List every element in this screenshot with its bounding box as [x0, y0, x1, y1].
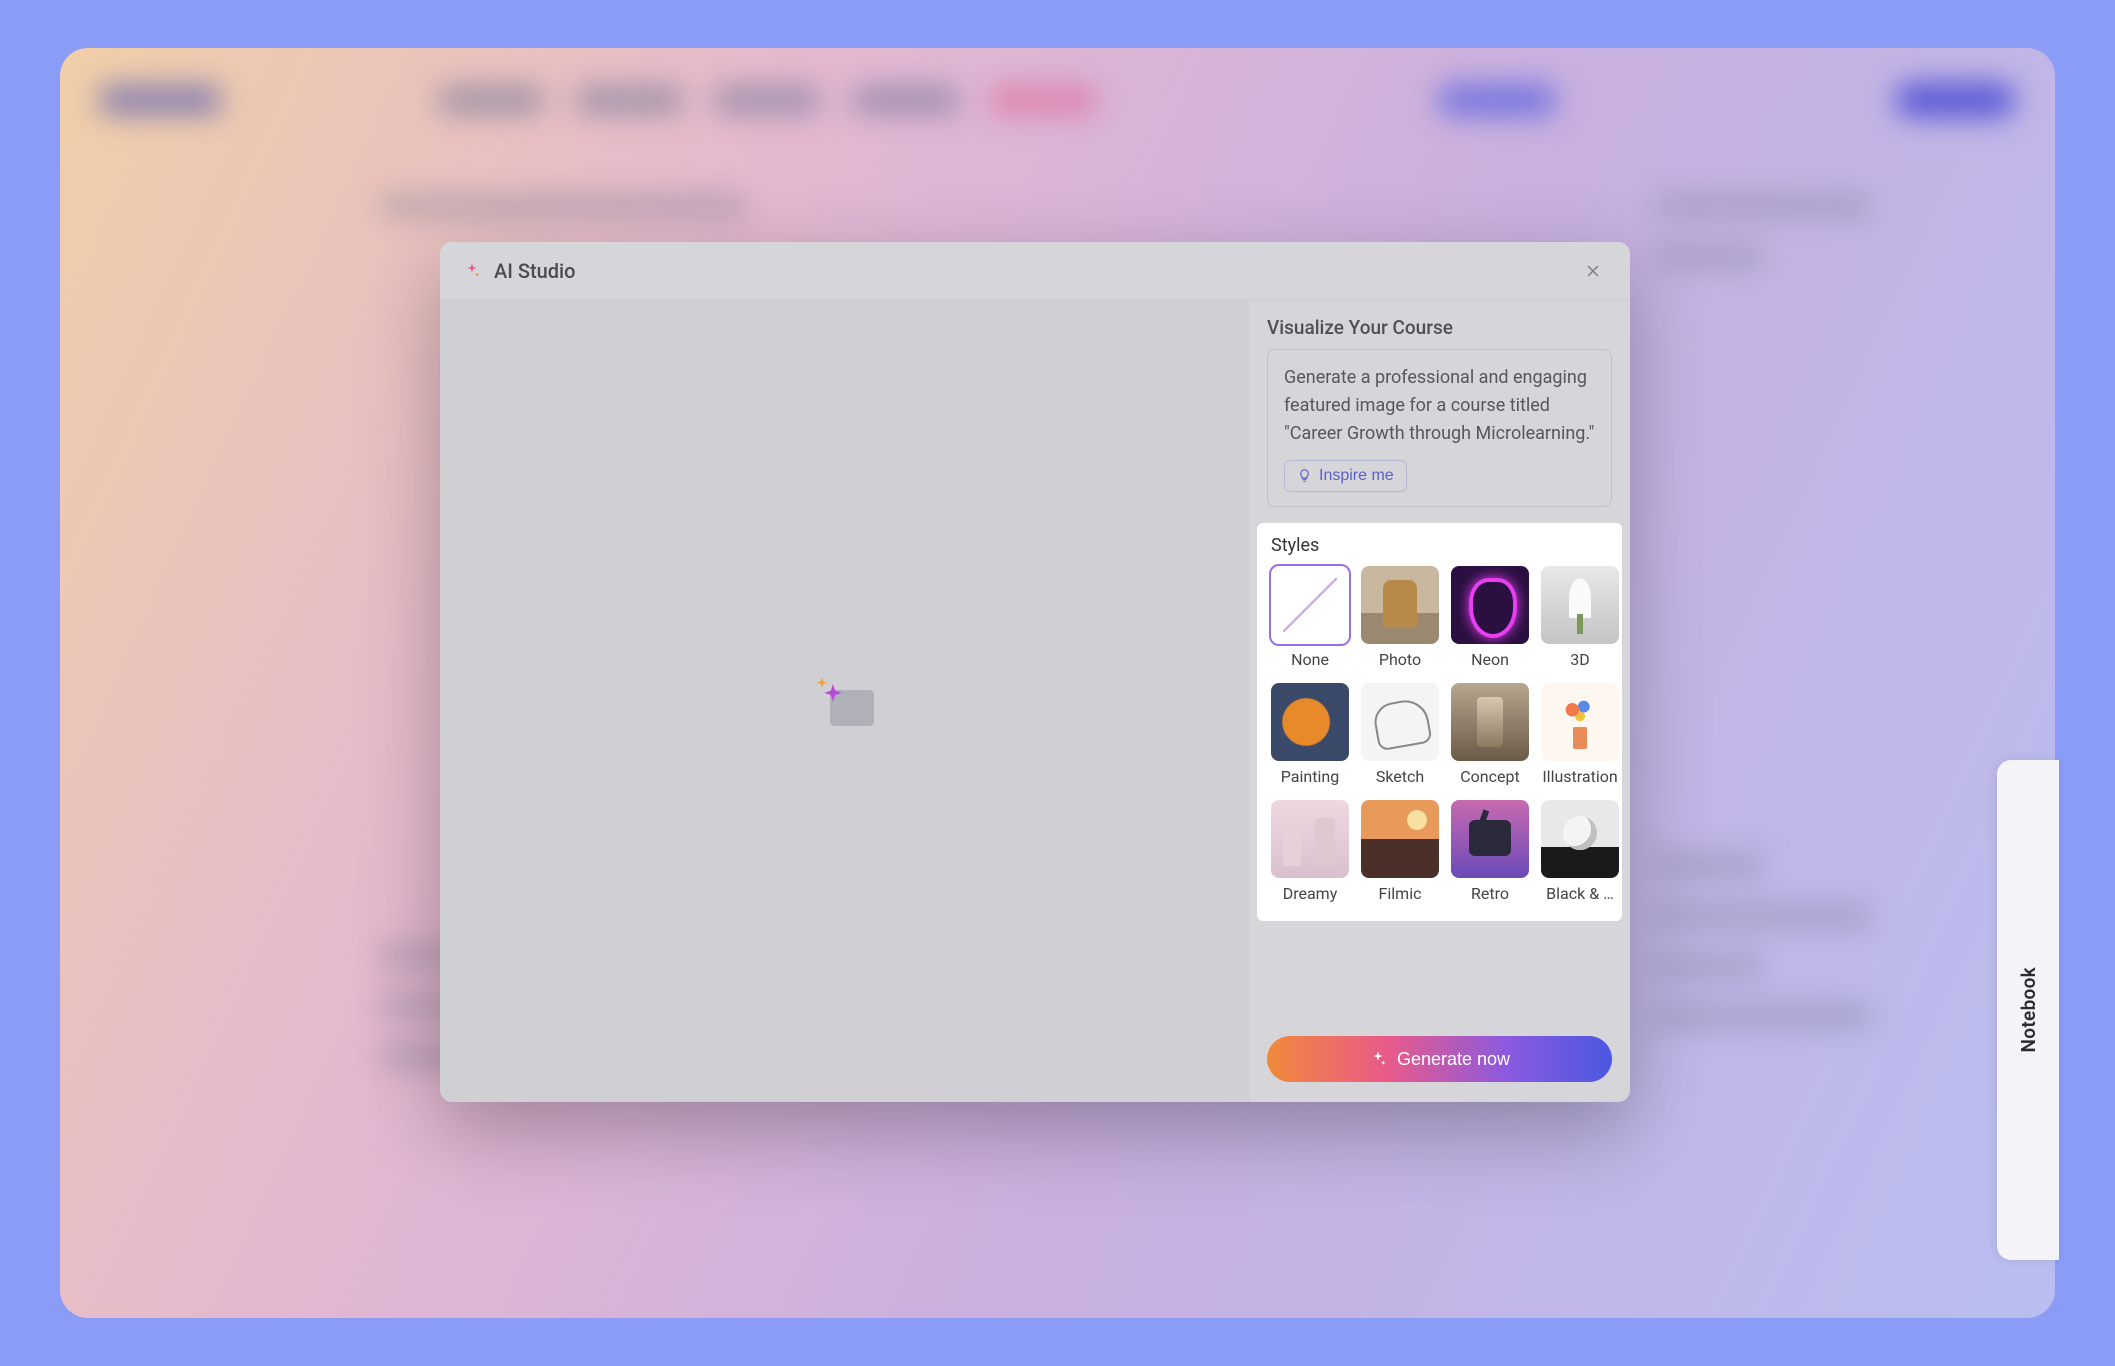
prompt-text: Generate a professional and engaging fea…	[1284, 364, 1595, 448]
style-label: Concept	[1460, 767, 1519, 786]
style-option-neon[interactable]: Neon	[1451, 566, 1529, 669]
side-panel: Visualize Your Course Generate a profess…	[1248, 300, 1630, 1102]
style-label: Sketch	[1376, 767, 1424, 786]
prompt-box[interactable]: Generate a professional and engaging fea…	[1267, 349, 1612, 507]
close-icon	[1584, 262, 1602, 280]
style-option-bw[interactable]: Black & …	[1541, 800, 1619, 903]
styles-grid: None Photo Neon 3D	[1271, 566, 1608, 903]
style-label: 3D	[1570, 650, 1590, 669]
style-label: Black & …	[1546, 884, 1614, 903]
style-thumb-retro	[1451, 800, 1529, 878]
generate-now-label: Generate now	[1397, 1049, 1510, 1070]
style-thumb-painting	[1271, 683, 1349, 761]
style-option-painting[interactable]: Painting	[1271, 683, 1349, 786]
sparkle-icon	[462, 261, 482, 281]
style-option-concept[interactable]: Concept	[1451, 683, 1529, 786]
styles-title: Styles	[1271, 535, 1608, 556]
app-frame: AI Studio Visualize Your Course Generate…	[60, 48, 2055, 1318]
style-option-dreamy[interactable]: Dreamy	[1271, 800, 1349, 903]
style-option-photo[interactable]: Photo	[1361, 566, 1439, 669]
style-thumb-3d	[1541, 566, 1619, 644]
style-thumb-illustration	[1541, 683, 1619, 761]
style-label: Dreamy	[1283, 884, 1338, 903]
style-option-sketch[interactable]: Sketch	[1361, 683, 1439, 786]
close-button[interactable]	[1578, 256, 1608, 286]
inspire-me-label: Inspire me	[1319, 467, 1394, 485]
style-option-filmic[interactable]: Filmic	[1361, 800, 1439, 903]
styles-panel: Styles None Photo Neon	[1257, 523, 1622, 921]
style-thumb-photo	[1361, 566, 1439, 644]
style-thumb-dreamy	[1271, 800, 1349, 878]
style-thumb-filmic	[1361, 800, 1439, 878]
style-option-illustration[interactable]: Illustration	[1541, 683, 1619, 786]
image-placeholder-icon	[814, 676, 874, 726]
sparkle-icon	[1369, 1050, 1387, 1068]
style-option-none[interactable]: None	[1271, 566, 1349, 669]
canvas-area	[440, 300, 1248, 1102]
lightbulb-icon	[1297, 468, 1312, 483]
modal-body: Visualize Your Course Generate a profess…	[440, 300, 1630, 1102]
modal-header: AI Studio	[440, 242, 1630, 300]
style-label: Neon	[1471, 650, 1509, 669]
style-label: Retro	[1471, 884, 1509, 903]
style-option-retro[interactable]: Retro	[1451, 800, 1529, 903]
style-label: Illustration	[1542, 767, 1617, 786]
style-thumb-bw	[1541, 800, 1619, 878]
section-title-visualize: Visualize Your Course	[1267, 316, 1612, 339]
inspire-me-button[interactable]: Inspire me	[1284, 460, 1407, 492]
generate-now-button[interactable]: Generate now	[1267, 1036, 1612, 1082]
prompt-section: Visualize Your Course Generate a profess…	[1249, 300, 1630, 523]
ai-studio-modal: AI Studio Visualize Your Course Generate…	[440, 242, 1630, 1102]
style-label: Photo	[1379, 650, 1421, 669]
style-label: Painting	[1281, 767, 1339, 786]
style-thumb-none	[1271, 566, 1349, 644]
notebook-tab[interactable]: Notebook	[1997, 760, 2059, 1260]
style-thumb-sketch	[1361, 683, 1439, 761]
style-option-3d[interactable]: 3D	[1541, 566, 1619, 669]
notebook-tab-label: Notebook	[2017, 967, 2040, 1052]
generate-bar: Generate now	[1249, 1020, 1630, 1102]
modal-title: AI Studio	[494, 259, 576, 283]
style-label: Filmic	[1379, 884, 1422, 903]
style-thumb-neon	[1451, 566, 1529, 644]
style-thumb-concept	[1451, 683, 1529, 761]
style-label: None	[1291, 650, 1329, 669]
